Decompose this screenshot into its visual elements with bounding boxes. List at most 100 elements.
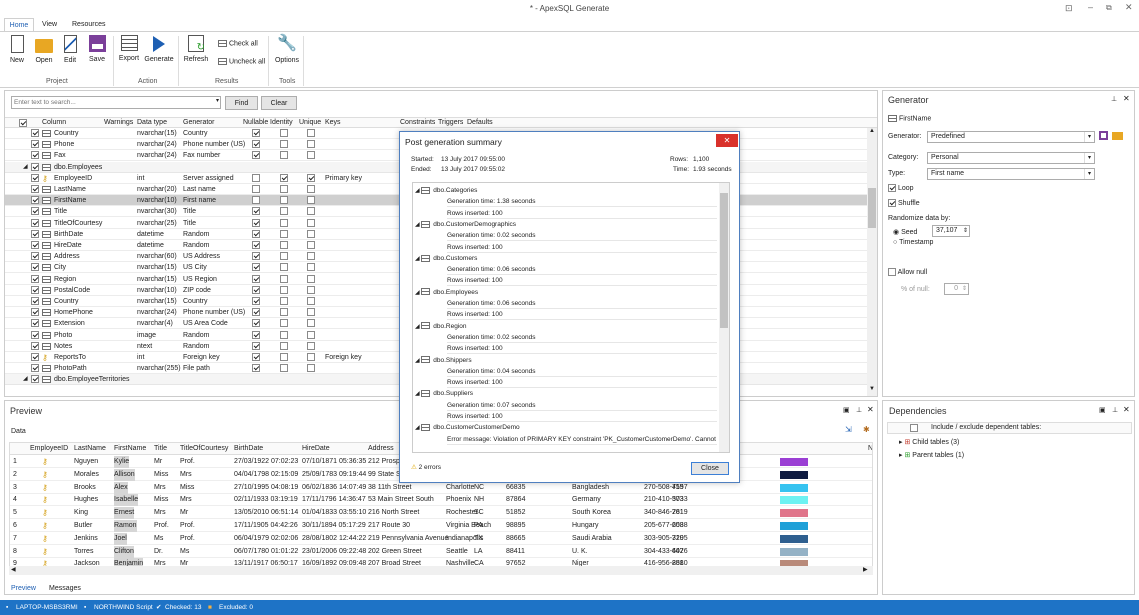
refresh-button[interactable]: ↻ Refresh <box>182 35 210 63</box>
generator-select[interactable]: Predefined ▾ <box>927 131 1095 143</box>
preview-col-header[interactable]: Title <box>154 443 167 455</box>
row-checkbox[interactable] <box>31 151 39 160</box>
new-button[interactable]: New <box>4 35 30 64</box>
row-checkbox[interactable] <box>31 129 39 137</box>
tab-resources[interactable]: Resources <box>72 18 105 32</box>
tab-view[interactable]: View <box>42 18 57 32</box>
expand-arrow-icon[interactable]: ◢ <box>23 374 28 385</box>
unique-checkbox[interactable] <box>307 173 315 182</box>
row-checkbox[interactable] <box>31 218 39 227</box>
identity-checkbox[interactable] <box>280 140 288 149</box>
find-button[interactable]: Find <box>225 96 258 110</box>
preview-row[interactable]: 5 ⚷ King Ernest Mrs Mr 13/05/2010 06:51:14 01/0… <box>10 507 872 520</box>
nullable-checkbox[interactable] <box>252 140 260 149</box>
expand-arrow-icon[interactable]: ◢ <box>23 162 28 173</box>
seed-input[interactable]: 37,107 ⇕ <box>932 225 970 237</box>
nullable-checkbox[interactable] <box>252 330 260 339</box>
nullable-checkbox[interactable] <box>252 185 260 193</box>
nullable-checkbox[interactable] <box>252 129 260 137</box>
preview-row[interactable]: 7 ⚷ Jenkins Joel Ms Prof. 06/04/1979 02:02:06 2… <box>10 532 872 545</box>
unique-checkbox[interactable] <box>307 341 315 350</box>
save-button[interactable]: Save <box>84 35 110 63</box>
identity-checkbox[interactable] <box>280 218 288 227</box>
nullable-checkbox[interactable] <box>252 207 260 216</box>
identity-checkbox[interactable] <box>280 319 288 328</box>
preview-row[interactable]: 8 ⚷ Torres Clifton Dr. Ms 06/07/1780 01:01:22 2… <box>10 545 872 558</box>
identity-checkbox[interactable] <box>280 151 288 160</box>
scroll-thumb[interactable] <box>868 188 876 228</box>
preview-row[interactable]: 6 ⚷ Butler Ramon Prof. Prof. 17/11/1905 04:42:… <box>10 520 872 532</box>
nullable-checkbox[interactable] <box>252 297 260 305</box>
expand-arrow-icon[interactable]: ▸ <box>899 439 903 446</box>
identity-checkbox[interactable] <box>280 263 288 272</box>
unique-checkbox[interactable] <box>307 196 315 205</box>
nullable-checkbox[interactable] <box>252 308 260 317</box>
summary-table-row[interactable]: ◢ dbo.Categories <box>415 185 477 196</box>
grid-scrollbar[interactable]: ▲ ▼ <box>867 128 877 396</box>
export-button[interactable]: Export <box>116 35 142 62</box>
chevron-down-icon[interactable]: ▾ <box>216 97 219 104</box>
dialog-close-button[interactable]: ✕ <box>716 134 738 147</box>
unique-checkbox[interactable] <box>307 229 315 238</box>
close-icon[interactable]: ✕ <box>1125 2 1133 13</box>
row-checkbox[interactable] <box>31 297 39 305</box>
uncheck-all-button[interactable]: Uncheck all <box>218 58 265 65</box>
unique-checkbox[interactable] <box>307 151 315 160</box>
search-input[interactable]: ▾ <box>11 96 221 109</box>
identity-checkbox[interactable] <box>280 252 288 261</box>
identity-checkbox[interactable] <box>280 129 288 137</box>
select-all-checkbox[interactable] <box>19 119 27 127</box>
unique-checkbox[interactable] <box>307 364 315 373</box>
unique-checkbox[interactable] <box>307 185 315 193</box>
settings-icon[interactable]: ✱ <box>863 425 870 434</box>
pin-icon[interactable]: ⊥ <box>1111 95 1117 103</box>
allow-null-checkbox[interactable]: Allow null <box>888 268 927 276</box>
identity-checkbox[interactable] <box>280 353 288 361</box>
options-button[interactable]: 🔧 Options <box>273 35 301 64</box>
row-checkbox[interactable] <box>31 252 39 261</box>
preview-row[interactable]: 3 ⚷ Brooks Alex Mrs Miss 27/10/1995 04:08:19 06… <box>10 481 872 494</box>
preview-col-header[interactable]: BirthDate <box>234 443 263 455</box>
type-select[interactable]: First name ▾ <box>927 168 1095 180</box>
spinner-icon[interactable]: ⇕ <box>961 284 968 294</box>
radio-off-icon[interactable]: ○ <box>893 239 897 246</box>
restore-icon[interactable]: ⧉ <box>1106 3 1112 13</box>
scroll-left-icon[interactable]: ◀ <box>11 566 16 573</box>
panel-close-icon[interactable]: ✕ <box>1123 94 1130 103</box>
unique-checkbox[interactable] <box>307 353 315 361</box>
identity-checkbox[interactable] <box>280 241 288 249</box>
nullable-checkbox[interactable] <box>252 274 260 283</box>
identity-checkbox[interactable] <box>280 308 288 317</box>
row-checkbox[interactable] <box>31 185 39 193</box>
preview-col-header[interactable]: LastName <box>74 443 106 455</box>
scroll-thumb[interactable] <box>720 193 728 328</box>
preview-col-header[interactable]: HireDate <box>302 443 330 455</box>
row-checkbox[interactable] <box>31 274 39 283</box>
identity-checkbox[interactable] <box>280 196 288 205</box>
shuffle-check[interactable] <box>888 199 896 207</box>
unique-checkbox[interactable] <box>307 218 315 227</box>
summary-table-row[interactable]: ◢ dbo.Shippers <box>415 355 472 366</box>
identity-checkbox[interactable] <box>280 364 288 373</box>
unique-checkbox[interactable] <box>307 319 315 328</box>
summary-table-row[interactable]: ◢ dbo.CustomerDemographics <box>415 219 516 230</box>
unique-checkbox[interactable] <box>307 263 315 272</box>
row-checkbox[interactable] <box>31 308 39 317</box>
preview-hscrollbar[interactable]: ◀ ▶ <box>9 566 873 575</box>
child-tables-item[interactable]: ▸ ⊞ Child tables (3) <box>899 438 959 446</box>
unique-checkbox[interactable] <box>307 140 315 149</box>
preview-row[interactable]: 4 ⚷ Hughes Isabelle Miss Mrs 02/11/1933 03:19:… <box>10 494 872 507</box>
row-checkbox[interactable] <box>31 241 39 249</box>
panel-close-icon[interactable]: ✕ <box>1123 405 1130 414</box>
row-checkbox[interactable] <box>31 229 39 238</box>
row-checkbox[interactable] <box>31 196 39 205</box>
generate-button[interactable]: Generate <box>144 35 174 63</box>
row-checkbox[interactable] <box>31 207 39 216</box>
scroll-up-icon[interactable]: ▲ <box>869 128 875 134</box>
preview-col-header[interactable]: Not <box>868 443 872 455</box>
unique-checkbox[interactable] <box>307 297 315 305</box>
nullable-checkbox[interactable] <box>252 364 260 373</box>
tab-preview[interactable]: Preview <box>11 585 36 592</box>
unique-checkbox[interactable] <box>307 129 315 137</box>
help-icon[interactable]: ⊡ <box>1065 3 1073 14</box>
